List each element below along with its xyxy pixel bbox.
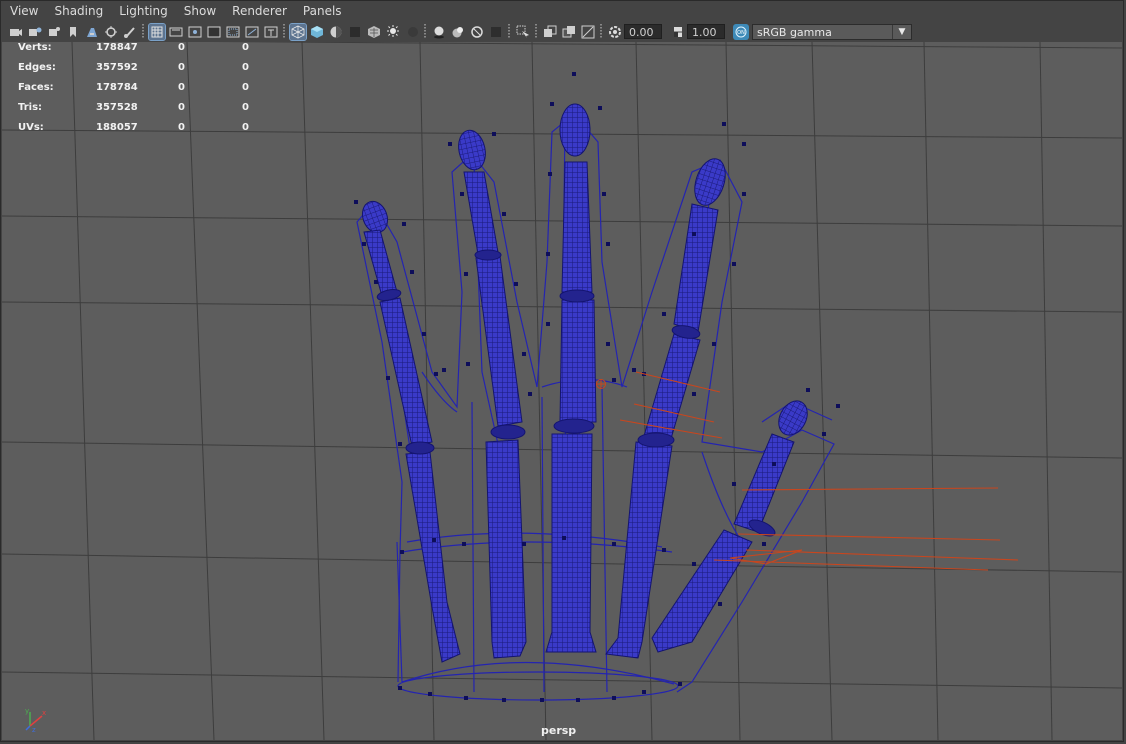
depth-of-field-icon[interactable]	[469, 24, 485, 40]
menu-panels[interactable]: Panels	[295, 2, 350, 21]
use-all-lights-icon[interactable]	[366, 24, 382, 40]
menu-renderer[interactable]: Renderer	[224, 2, 295, 21]
middle-metacarpal	[545, 433, 597, 653]
default-material-icon[interactable]	[328, 24, 344, 40]
menu-lighting[interactable]: Lighting	[111, 2, 176, 21]
svg-text:x: x	[42, 709, 46, 717]
menu-shading[interactable]: Shading	[46, 2, 111, 21]
xray-icon[interactable]	[515, 24, 531, 40]
hud-value: 0	[178, 82, 185, 93]
camera-attributes-icon[interactable]	[27, 24, 43, 40]
hud-label: Edges:	[18, 62, 56, 73]
hud-label: UVs:	[18, 122, 44, 133]
shadows-icon[interactable]	[385, 24, 401, 40]
hand-skeleton-model[interactable]	[2, 42, 1122, 740]
axis-gizmo-icon: x y z	[25, 707, 46, 732]
hud-value: 0	[178, 62, 185, 73]
exposure-icon[interactable]	[607, 24, 623, 40]
ring-middle-phalanx	[463, 171, 499, 255]
smooth-shade-icon[interactable]	[309, 24, 325, 40]
svg-text:y: y	[25, 707, 29, 715]
bookmark-icon[interactable]	[46, 24, 62, 40]
safe-action-icon[interactable]	[225, 24, 241, 40]
svg-text:ON: ON	[737, 30, 745, 36]
resolution-gate-icon[interactable]	[168, 24, 184, 40]
index-distal-phalanx	[694, 158, 726, 206]
hud-value: 0	[178, 122, 185, 133]
text-overlay-icon[interactable]	[263, 24, 279, 40]
hud-value: 0	[242, 42, 249, 53]
panel-menu-bar: View Shading Lighting Show Renderer Pane…	[2, 2, 1122, 21]
xray-active-icon[interactable]	[542, 24, 558, 40]
hud-row-faces: Faces: 178784 0 0	[18, 82, 262, 102]
panel-toolbar: 0.00 1.00 ON sRGB gamma ▼	[2, 21, 1122, 42]
ring-distal-phalanx	[458, 129, 486, 171]
wireframe-icon[interactable]	[288, 22, 307, 41]
camera-name-label: persp	[541, 724, 577, 737]
ring-metacarpal	[485, 439, 527, 659]
colorspace-dropdown[interactable]: sRGB gamma ▼	[752, 23, 912, 40]
hud-value: 178847	[96, 42, 138, 53]
2d-pan-zoom-icon[interactable]	[84, 24, 100, 40]
gamma-icon[interactable]	[670, 24, 686, 40]
field-chart-icon[interactable]	[206, 24, 222, 40]
hud-value: 0	[178, 42, 185, 53]
anti-aliasing-icon[interactable]	[450, 24, 466, 40]
pinky-metacarpal	[405, 451, 461, 663]
isolate-select-icon[interactable]	[488, 24, 504, 40]
screen-space-ao-icon[interactable]	[404, 24, 420, 40]
poly-count-hud: Verts: 178847 0 0 Edges: 357592 0 0 Face…	[18, 42, 262, 142]
hud-row-edges: Edges: 357592 0 0	[18, 62, 262, 82]
middle-distal-phalanx	[559, 103, 591, 157]
image-plane-icon[interactable]	[65, 24, 81, 40]
thumb-distal-phalanx	[778, 400, 808, 436]
hud-value: 0	[178, 102, 185, 113]
xray-joints-icon[interactable]	[561, 24, 577, 40]
pinky-middle-phalanx	[363, 229, 398, 297]
3d-viewport[interactable]: Verts: 178847 0 0 Edges: 357592 0 0 Face…	[2, 42, 1122, 740]
hud-value: 357592	[96, 62, 138, 73]
middle-proximal-phalanx	[559, 299, 597, 423]
hud-value: 178784	[96, 82, 138, 93]
thumb-metacarpal	[651, 529, 753, 653]
hud-value: 0	[242, 122, 249, 133]
ring-proximal-phalanx	[475, 255, 523, 427]
gate-mask-icon[interactable]	[187, 24, 203, 40]
hud-row-verts: Verts: 178847 0 0	[18, 42, 262, 62]
hud-label: Tris:	[18, 102, 43, 113]
gamma-field[interactable]: 1.00	[687, 24, 725, 39]
exposure-field[interactable]: 0.00	[624, 24, 662, 39]
menu-view[interactable]: View	[2, 2, 46, 21]
menu-show[interactable]: Show	[176, 2, 224, 21]
motion-blur-icon[interactable]	[431, 24, 447, 40]
hud-value: 0	[242, 82, 249, 93]
index-middle-phalanx	[673, 203, 719, 333]
middle-middle-phalanx	[561, 161, 593, 293]
hud-value: 357528	[96, 102, 138, 113]
hud-label: Faces:	[18, 82, 54, 93]
bones	[361, 103, 808, 663]
camera-icon[interactable]	[8, 24, 24, 40]
hud-label: Verts:	[18, 42, 52, 53]
colorspace-value: sRGB gamma	[757, 25, 832, 39]
grease-pencil-icon[interactable]	[103, 24, 119, 40]
chevron-down-icon: ▼	[892, 24, 911, 39]
grid-icon[interactable]	[122, 24, 138, 40]
hud-value: 0	[242, 62, 249, 73]
color-management-icon[interactable]: ON	[732, 23, 749, 40]
hud-value: 0	[242, 102, 249, 113]
textured-icon[interactable]	[347, 24, 363, 40]
svg-text:z: z	[32, 726, 36, 732]
hud-row-tris: Tris: 357528 0 0	[18, 102, 262, 122]
safe-title-icon[interactable]	[244, 24, 260, 40]
backface-culling-icon[interactable]	[580, 24, 596, 40]
film-gate-icon[interactable]	[147, 22, 166, 41]
hud-value: 188057	[96, 122, 138, 133]
hud-row-uvs: UVs: 188057 0 0	[18, 122, 262, 142]
